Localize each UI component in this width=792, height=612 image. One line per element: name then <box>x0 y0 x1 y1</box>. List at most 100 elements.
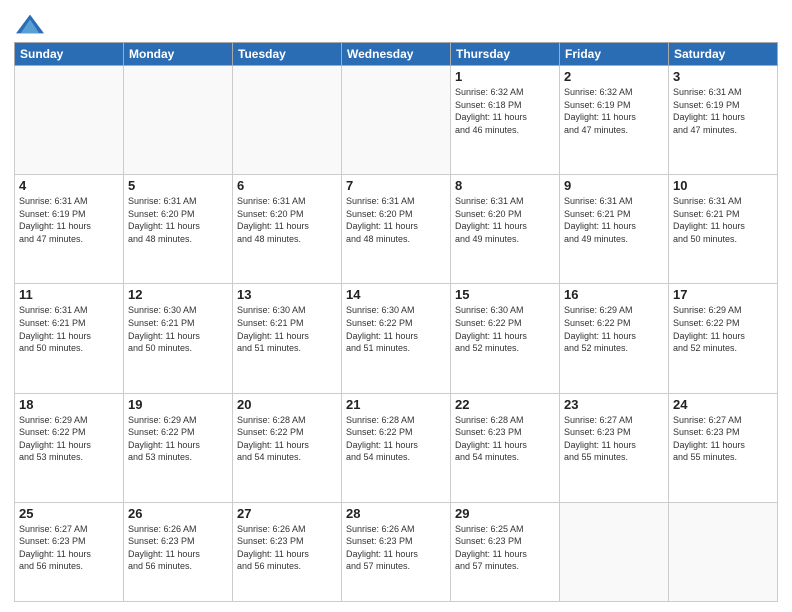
calendar-cell: 4 Sunrise: 6:31 AM Sunset: 6:19 PM Daylig… <box>15 175 124 284</box>
calendar-cell: 29Sunrise: 6:25 AM Sunset: 6:23 PM Dayli… <box>451 502 560 601</box>
day-info: Sunrise: 6:29 AM Sunset: 6:22 PM Dayligh… <box>673 304 773 354</box>
day-info: Sunrise: 6:29 AM Sunset: 6:22 PM Dayligh… <box>564 304 664 354</box>
calendar-cell: 20 Sunrise: 6:28 AM Sunset: 6:22 PM Dayli… <box>233 393 342 502</box>
header-monday: Monday <box>124 43 233 66</box>
day-info: Sunrise: 6:28 AM Sunset: 6:22 PM Dayligh… <box>237 414 337 464</box>
day-info: Sunrise: 6:27 AM Sunset: 6:23 PM Dayligh… <box>673 414 773 464</box>
day-number: 5 <box>128 178 228 193</box>
day-info: Sunrise: 6:26 AM Sunset: 6:23 PM Dayligh… <box>237 523 337 573</box>
day-number: 1 <box>455 69 555 84</box>
calendar-cell: 13Sunrise: 6:30 AM Sunset: 6:21 PM Dayli… <box>233 284 342 393</box>
day-info: Sunrise: 6:30 AM Sunset: 6:22 PM Dayligh… <box>346 304 446 354</box>
day-info: Sunrise: 6:26 AM Sunset: 6:23 PM Dayligh… <box>346 523 446 573</box>
calendar-cell: 10Sunrise: 6:31 AM Sunset: 6:21 PM Dayli… <box>669 175 778 284</box>
logo <box>14 14 44 38</box>
calendar-cell: 9 Sunrise: 6:31 AM Sunset: 6:21 PM Daylig… <box>560 175 669 284</box>
calendar-cell: 19 Sunrise: 6:29 AM Sunset: 6:22 PM Dayli… <box>124 393 233 502</box>
day-info: Sunrise: 6:29 AM Sunset: 6:22 PM Dayligh… <box>128 414 228 464</box>
day-number: 7 <box>346 178 446 193</box>
day-number: 24 <box>673 397 773 412</box>
day-number: 2 <box>564 69 664 84</box>
day-info: Sunrise: 6:31 AM Sunset: 6:20 PM Dayligh… <box>455 195 555 245</box>
week-row-1: 4 Sunrise: 6:31 AM Sunset: 6:19 PM Daylig… <box>15 175 778 284</box>
day-number: 17 <box>673 287 773 302</box>
day-number: 13 <box>237 287 337 302</box>
day-number: 4 <box>19 178 119 193</box>
day-info: Sunrise: 6:32 AM Sunset: 6:19 PM Dayligh… <box>564 86 664 136</box>
calendar-cell <box>669 502 778 601</box>
day-info: Sunrise: 6:31 AM Sunset: 6:21 PM Dayligh… <box>19 304 119 354</box>
calendar-cell <box>560 502 669 601</box>
calendar-cell: 25 Sunrise: 6:27 AM Sunset: 6:23 PM Dayli… <box>15 502 124 601</box>
calendar-cell: 7Sunrise: 6:31 AM Sunset: 6:20 PM Daylig… <box>342 175 451 284</box>
calendar-cell: 14 Sunrise: 6:30 AM Sunset: 6:22 PM Dayli… <box>342 284 451 393</box>
header-friday: Friday <box>560 43 669 66</box>
calendar-cell: 28 Sunrise: 6:26 AM Sunset: 6:23 PM Dayli… <box>342 502 451 601</box>
day-number: 10 <box>673 178 773 193</box>
day-info: Sunrise: 6:31 AM Sunset: 6:21 PM Dayligh… <box>564 195 664 245</box>
calendar-table: Sunday Monday Tuesday Wednesday Thursday… <box>14 42 778 602</box>
day-info: Sunrise: 6:31 AM Sunset: 6:20 PM Dayligh… <box>128 195 228 245</box>
day-info: Sunrise: 6:27 AM Sunset: 6:23 PM Dayligh… <box>564 414 664 464</box>
calendar-cell: 23Sunrise: 6:27 AM Sunset: 6:23 PM Dayli… <box>560 393 669 502</box>
calendar-cell: 16 Sunrise: 6:29 AM Sunset: 6:22 PM Dayli… <box>560 284 669 393</box>
day-number: 12 <box>128 287 228 302</box>
header-saturday: Saturday <box>669 43 778 66</box>
header-wednesday: Wednesday <box>342 43 451 66</box>
day-info: Sunrise: 6:31 AM Sunset: 6:20 PM Dayligh… <box>237 195 337 245</box>
calendar-cell: 15 Sunrise: 6:30 AM Sunset: 6:22 PM Dayli… <box>451 284 560 393</box>
calendar-cell <box>233 66 342 175</box>
logo-icon <box>16 10 44 38</box>
calendar-cell: 8 Sunrise: 6:31 AM Sunset: 6:20 PM Daylig… <box>451 175 560 284</box>
day-info: Sunrise: 6:32 AM Sunset: 6:18 PM Dayligh… <box>455 86 555 136</box>
week-row-4: 25 Sunrise: 6:27 AM Sunset: 6:23 PM Dayli… <box>15 502 778 601</box>
day-number: 28 <box>346 506 446 521</box>
day-number: 21 <box>346 397 446 412</box>
day-number: 18 <box>19 397 119 412</box>
calendar-cell: 26Sunrise: 6:26 AM Sunset: 6:23 PM Dayli… <box>124 502 233 601</box>
calendar-cell: 6 Sunrise: 6:31 AM Sunset: 6:20 PM Daylig… <box>233 175 342 284</box>
weekday-header-row: Sunday Monday Tuesday Wednesday Thursday… <box>15 43 778 66</box>
day-number: 27 <box>237 506 337 521</box>
day-number: 25 <box>19 506 119 521</box>
day-number: 26 <box>128 506 228 521</box>
day-number: 16 <box>564 287 664 302</box>
calendar-cell: 3 Sunrise: 6:31 AM Sunset: 6:19 PM Daylig… <box>669 66 778 175</box>
calendar-cell: 1 Sunrise: 6:32 AM Sunset: 6:18 PM Daylig… <box>451 66 560 175</box>
day-info: Sunrise: 6:30 AM Sunset: 6:21 PM Dayligh… <box>128 304 228 354</box>
calendar-cell: 24 Sunrise: 6:27 AM Sunset: 6:23 PM Dayli… <box>669 393 778 502</box>
day-info: Sunrise: 6:27 AM Sunset: 6:23 PM Dayligh… <box>19 523 119 573</box>
week-row-3: 18 Sunrise: 6:29 AM Sunset: 6:22 PM Dayli… <box>15 393 778 502</box>
calendar-cell: 27 Sunrise: 6:26 AM Sunset: 6:23 PM Dayli… <box>233 502 342 601</box>
day-info: Sunrise: 6:28 AM Sunset: 6:22 PM Dayligh… <box>346 414 446 464</box>
day-info: Sunrise: 6:31 AM Sunset: 6:19 PM Dayligh… <box>673 86 773 136</box>
calendar-cell <box>15 66 124 175</box>
day-number: 20 <box>237 397 337 412</box>
header-tuesday: Tuesday <box>233 43 342 66</box>
calendar-cell: 5 Sunrise: 6:31 AM Sunset: 6:20 PM Daylig… <box>124 175 233 284</box>
day-number: 14 <box>346 287 446 302</box>
header-thursday: Thursday <box>451 43 560 66</box>
header-sunday: Sunday <box>15 43 124 66</box>
day-number: 19 <box>128 397 228 412</box>
calendar-cell: 21 Sunrise: 6:28 AM Sunset: 6:22 PM Dayli… <box>342 393 451 502</box>
day-info: Sunrise: 6:31 AM Sunset: 6:19 PM Dayligh… <box>19 195 119 245</box>
calendar-cell: 17 Sunrise: 6:29 AM Sunset: 6:22 PM Dayli… <box>669 284 778 393</box>
day-number: 15 <box>455 287 555 302</box>
day-number: 9 <box>564 178 664 193</box>
day-info: Sunrise: 6:29 AM Sunset: 6:22 PM Dayligh… <box>19 414 119 464</box>
day-number: 6 <box>237 178 337 193</box>
week-row-0: 1 Sunrise: 6:32 AM Sunset: 6:18 PM Daylig… <box>15 66 778 175</box>
day-number: 8 <box>455 178 555 193</box>
calendar-cell <box>124 66 233 175</box>
day-number: 11 <box>19 287 119 302</box>
page: Sunday Monday Tuesday Wednesday Thursday… <box>0 0 792 612</box>
day-info: Sunrise: 6:25 AM Sunset: 6:23 PM Dayligh… <box>455 523 555 573</box>
calendar-cell: 18 Sunrise: 6:29 AM Sunset: 6:22 PM Dayli… <box>15 393 124 502</box>
calendar-cell: 2 Sunrise: 6:32 AM Sunset: 6:19 PM Daylig… <box>560 66 669 175</box>
calendar-cell: 12 Sunrise: 6:30 AM Sunset: 6:21 PM Dayli… <box>124 284 233 393</box>
calendar-cell: 22Sunrise: 6:28 AM Sunset: 6:23 PM Dayli… <box>451 393 560 502</box>
calendar-cell <box>342 66 451 175</box>
day-number: 3 <box>673 69 773 84</box>
day-info: Sunrise: 6:30 AM Sunset: 6:22 PM Dayligh… <box>455 304 555 354</box>
